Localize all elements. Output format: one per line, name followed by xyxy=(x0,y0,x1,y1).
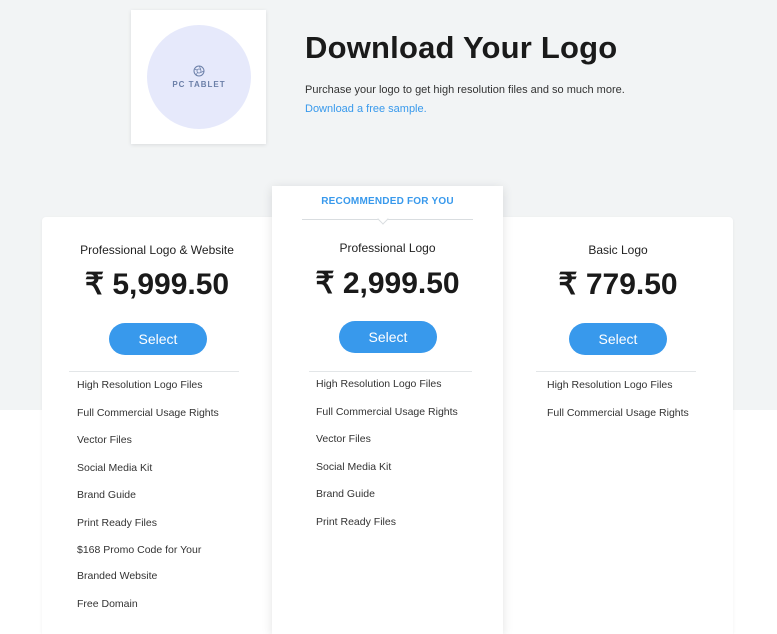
feature-list: High Resolution Logo Files Full Commerci… xyxy=(547,378,689,433)
feature-item: Full Commercial Usage Rights xyxy=(77,406,219,419)
feature-item: High Resolution Logo Files xyxy=(316,378,442,390)
feature-item: Print Ready Files xyxy=(316,515,396,528)
select-button[interactable]: Select xyxy=(339,321,437,353)
plan-card-logo-website: Professional Logo & Website ₹ 5,999.50 S… xyxy=(42,217,272,634)
plan-name: Professional Logo & Website xyxy=(80,243,234,257)
feature-list: High Resolution Logo Files Full Commerci… xyxy=(316,377,458,542)
feature-item: High Resolution Logo Files xyxy=(547,379,673,391)
select-button[interactable]: Select xyxy=(109,323,207,355)
download-sample-link[interactable]: Download a free sample. xyxy=(305,103,427,115)
feature-item: Brand Guide xyxy=(316,488,375,500)
camera-aperture-icon xyxy=(193,65,205,77)
feature-item: Vector Files xyxy=(316,433,371,445)
page-subtitle: Purchase your logo to get high resolutio… xyxy=(305,84,625,96)
badge-pointer xyxy=(377,213,389,225)
feature-item: Full Commercial Usage Rights xyxy=(316,405,458,418)
divider xyxy=(69,371,239,372)
feature-item: Print Ready Files xyxy=(77,516,157,529)
logo-text: PC TABLET xyxy=(172,80,226,89)
page-title: Download Your Logo xyxy=(305,30,618,65)
feature-item: Social Media Kit xyxy=(316,460,392,473)
feature-item: Vector Files xyxy=(77,434,132,446)
plan-price: ₹ 779.50 xyxy=(558,268,678,301)
recommended-badge: RECOMMENDED FOR YOU xyxy=(321,196,454,207)
plan-price: ₹ 5,999.50 xyxy=(84,268,230,301)
select-button[interactable]: Select xyxy=(569,323,667,355)
feature-item: Branded Website xyxy=(77,570,158,582)
feature-item: $168 Promo Code for Your xyxy=(77,544,202,556)
feature-item: Full Commercial Usage Rights xyxy=(547,406,689,419)
feature-item: Social Media Kit xyxy=(77,461,153,474)
divider xyxy=(309,371,472,372)
logo-preview: PC TABLET xyxy=(147,25,251,129)
plan-name: Professional Logo xyxy=(339,241,436,255)
plan-card-basic: Basic Logo ₹ 779.50 Select High Resoluti… xyxy=(503,217,733,634)
feature-item: Free Domain xyxy=(77,597,138,610)
plan-name: Basic Logo xyxy=(588,243,648,257)
plan-card-professional: RECOMMENDED FOR YOU Professional Logo ₹ … xyxy=(272,186,503,634)
logo-preview-card: PC TABLET xyxy=(131,10,266,144)
feature-item: Brand Guide xyxy=(77,489,136,501)
plan-price: ₹ 2,999.50 xyxy=(315,267,460,300)
feature-item: High Resolution Logo Files xyxy=(77,379,203,391)
feature-list: High Resolution Logo Files Full Commerci… xyxy=(77,378,219,624)
divider xyxy=(536,371,696,372)
